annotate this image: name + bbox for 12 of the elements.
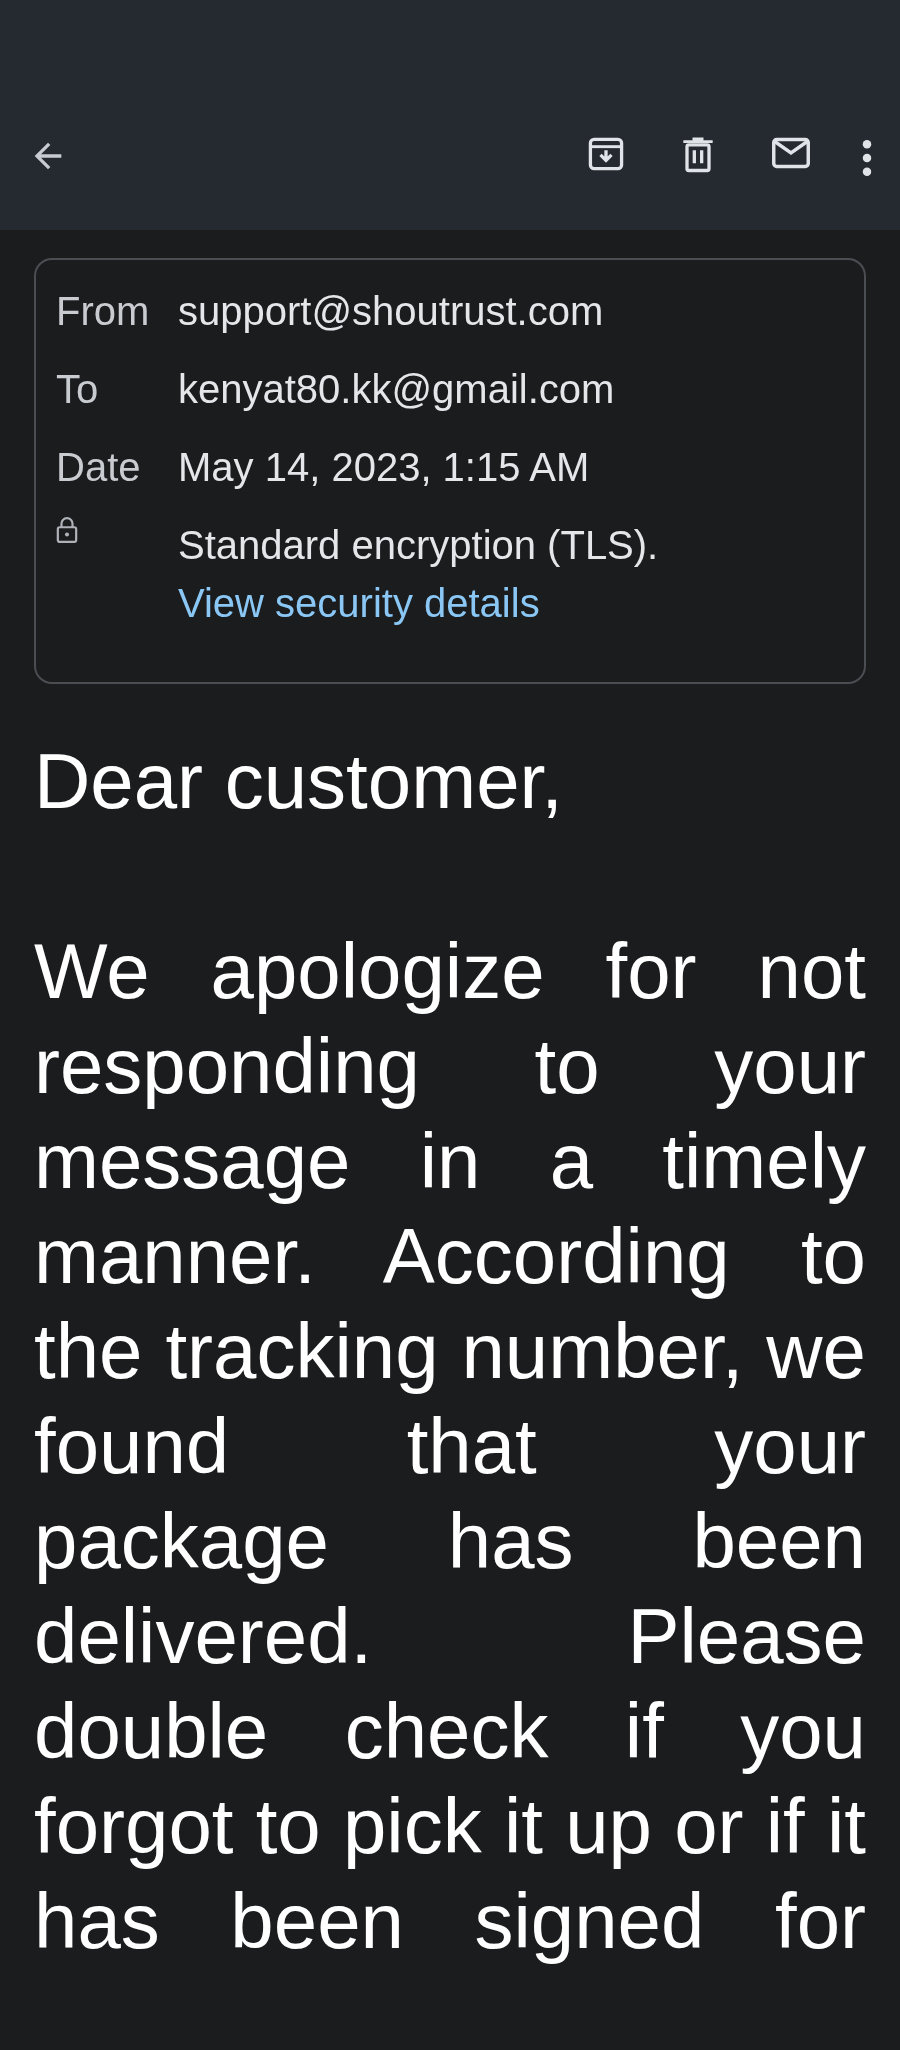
greeting-text: Dear customer, — [34, 736, 564, 827]
message-paragraph: We apologize for not responding to your message in a timely manner. According to the tracking number, we found that your package has been delivered. Please double check if you forgot to pick it up or if it has been signed for — [34, 926, 866, 1967]
encryption-text: Standard encryption (TLS). — [178, 522, 659, 569]
detail-label: Date — [56, 444, 142, 491]
security-details-link[interactable]: View security details — [178, 574, 659, 632]
detail-value: support@shoutrust.com — [178, 288, 604, 335]
detail-label: From — [56, 288, 151, 335]
more-vertical-icon — [862, 140, 872, 176]
detail-value: kenyat80.kk@gmail.com — [178, 366, 615, 413]
lock-icon — [56, 516, 78, 544]
detail-value: May 14, 2023, 1:15 AM — [178, 444, 590, 491]
detail-label: To — [56, 366, 100, 413]
